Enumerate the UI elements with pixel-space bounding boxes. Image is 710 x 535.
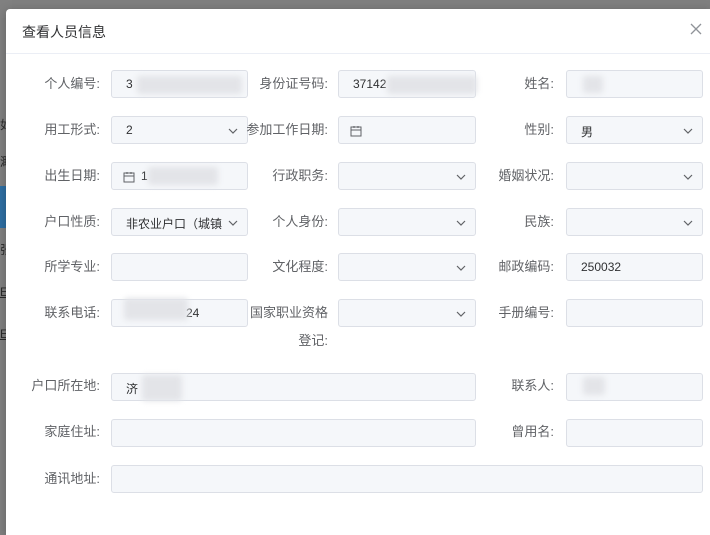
admin-position-select[interactable] [338, 162, 476, 190]
hukou-location-label: 户口所在地: [31, 378, 100, 393]
id-number-label: 身份证号码: [259, 76, 328, 91]
home-address-input[interactable] [111, 419, 476, 447]
close-icon[interactable] [688, 21, 704, 37]
calendar-icon [123, 172, 135, 183]
major-input[interactable] [111, 253, 248, 281]
employment-form-select[interactable]: 2 [111, 116, 248, 144]
qualification-select[interactable] [338, 299, 476, 327]
chevron-down-icon [683, 128, 693, 134]
chevron-down-icon [456, 311, 466, 317]
redacted-mask [124, 298, 188, 320]
contact-person-input[interactable] [566, 373, 703, 401]
name-input[interactable] [566, 70, 703, 98]
hukou-type-label: 户口性质: [44, 214, 100, 229]
postal-code-label: 邮政编码: [498, 259, 554, 274]
personal-no-input[interactable]: 3 [111, 70, 248, 98]
birth-date-picker[interactable]: 1 [111, 162, 248, 190]
personal-identity-select[interactable] [338, 208, 476, 236]
mailing-address-label: 通讯地址: [44, 471, 100, 486]
redacted-mask [137, 76, 242, 94]
phone-label: 联系电话: [44, 305, 100, 320]
gender-select[interactable]: 男 [566, 116, 703, 144]
handbook-no-input[interactable] [566, 299, 703, 327]
chevron-down-icon [683, 174, 693, 180]
birth-date-label: 出生日期: [44, 168, 100, 183]
calendar-icon [350, 126, 362, 137]
work-start-date-label: 参加工作日期: [246, 122, 328, 137]
ethnicity-label: 民族: [524, 214, 554, 229]
contact-person-label: 联系人: [511, 378, 554, 393]
chevron-down-icon [683, 220, 693, 226]
name-label: 姓名: [524, 76, 554, 91]
person-info-dialog: 查看人员信息 个人编号: 3 身份证号码: 37142 姓名: 用工形式: 2 … [6, 9, 710, 535]
handbook-no-label: 手册编号: [498, 305, 554, 320]
personal-identity-label: 个人身份: [272, 214, 328, 229]
work-start-date-picker[interactable] [338, 116, 476, 144]
admin-position-label: 行政职务: [272, 168, 328, 183]
chevron-down-icon [456, 265, 466, 271]
redacted-mask [387, 76, 477, 94]
hukou-type-select[interactable]: 非农业户口（城镇 [111, 208, 248, 236]
ethnicity-select[interactable] [566, 208, 703, 236]
qualification-label-cont: 登记: [298, 333, 328, 348]
chevron-down-icon [456, 220, 466, 226]
id-number-input[interactable]: 37142 [338, 70, 477, 98]
marital-status-select[interactable] [566, 162, 703, 190]
qualification-label: 国家职业资格 [249, 305, 328, 320]
dialog-title: 查看人员信息 [22, 24, 106, 40]
chevron-down-icon [456, 174, 466, 180]
gender-label: 性别: [524, 122, 554, 137]
education-label: 文化程度: [272, 259, 328, 274]
hukou-location-input[interactable]: 济 [111, 373, 476, 401]
home-address-label: 家庭住址: [44, 424, 100, 439]
marital-status-label: 婚姻状况: [498, 168, 554, 183]
dialog-header: 查看人员信息 [6, 9, 710, 54]
phone-input[interactable]: 24 [111, 298, 248, 327]
former-name-label: 曾用名: [511, 424, 554, 439]
employment-form-label: 用工形式: [44, 122, 100, 137]
redacted-mask [148, 167, 218, 185]
redacted-mask [142, 375, 182, 401]
personal-no-label: 个人编号: [44, 76, 100, 91]
major-label: 所学专业: [44, 259, 100, 274]
postal-code-input[interactable]: 250032 [566, 253, 703, 281]
redacted-mask [583, 76, 603, 93]
mailing-address-input[interactable] [111, 465, 703, 493]
former-name-input[interactable] [566, 419, 703, 447]
redacted-mask [583, 377, 605, 395]
education-select[interactable] [338, 253, 476, 281]
